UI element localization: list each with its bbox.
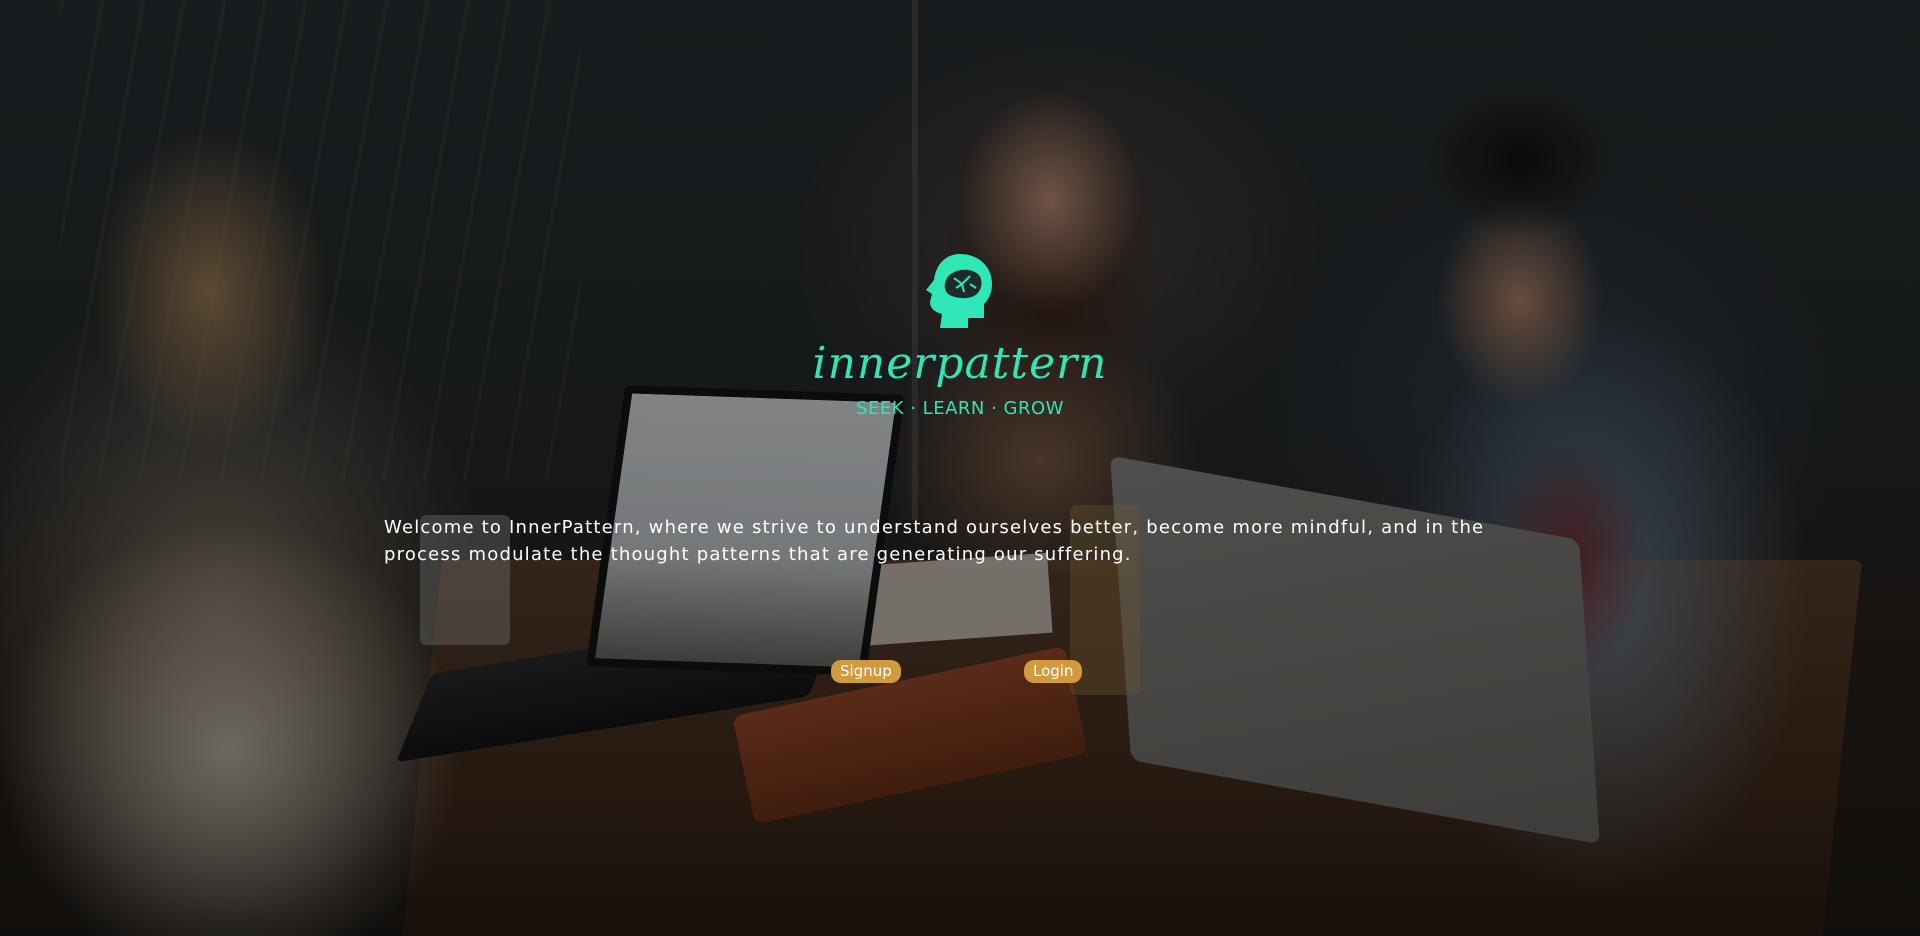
brand-block: innerpattern SEEK · LEARN · GROW bbox=[0, 250, 1920, 419]
login-button[interactable]: Login bbox=[1024, 660, 1083, 683]
brand-tagline: SEEK · LEARN · GROW bbox=[856, 398, 1064, 419]
signup-button[interactable]: Signup bbox=[831, 660, 901, 683]
dark-overlay bbox=[0, 0, 1920, 936]
welcome-text: Welcome to InnerPattern, where we strive… bbox=[384, 517, 1485, 565]
brand-wordmark: innerpattern bbox=[812, 338, 1108, 389]
brain-head-icon bbox=[926, 254, 992, 328]
hero-section: innerpattern SEEK · LEARN · GROW Welcome… bbox=[0, 0, 1920, 936]
